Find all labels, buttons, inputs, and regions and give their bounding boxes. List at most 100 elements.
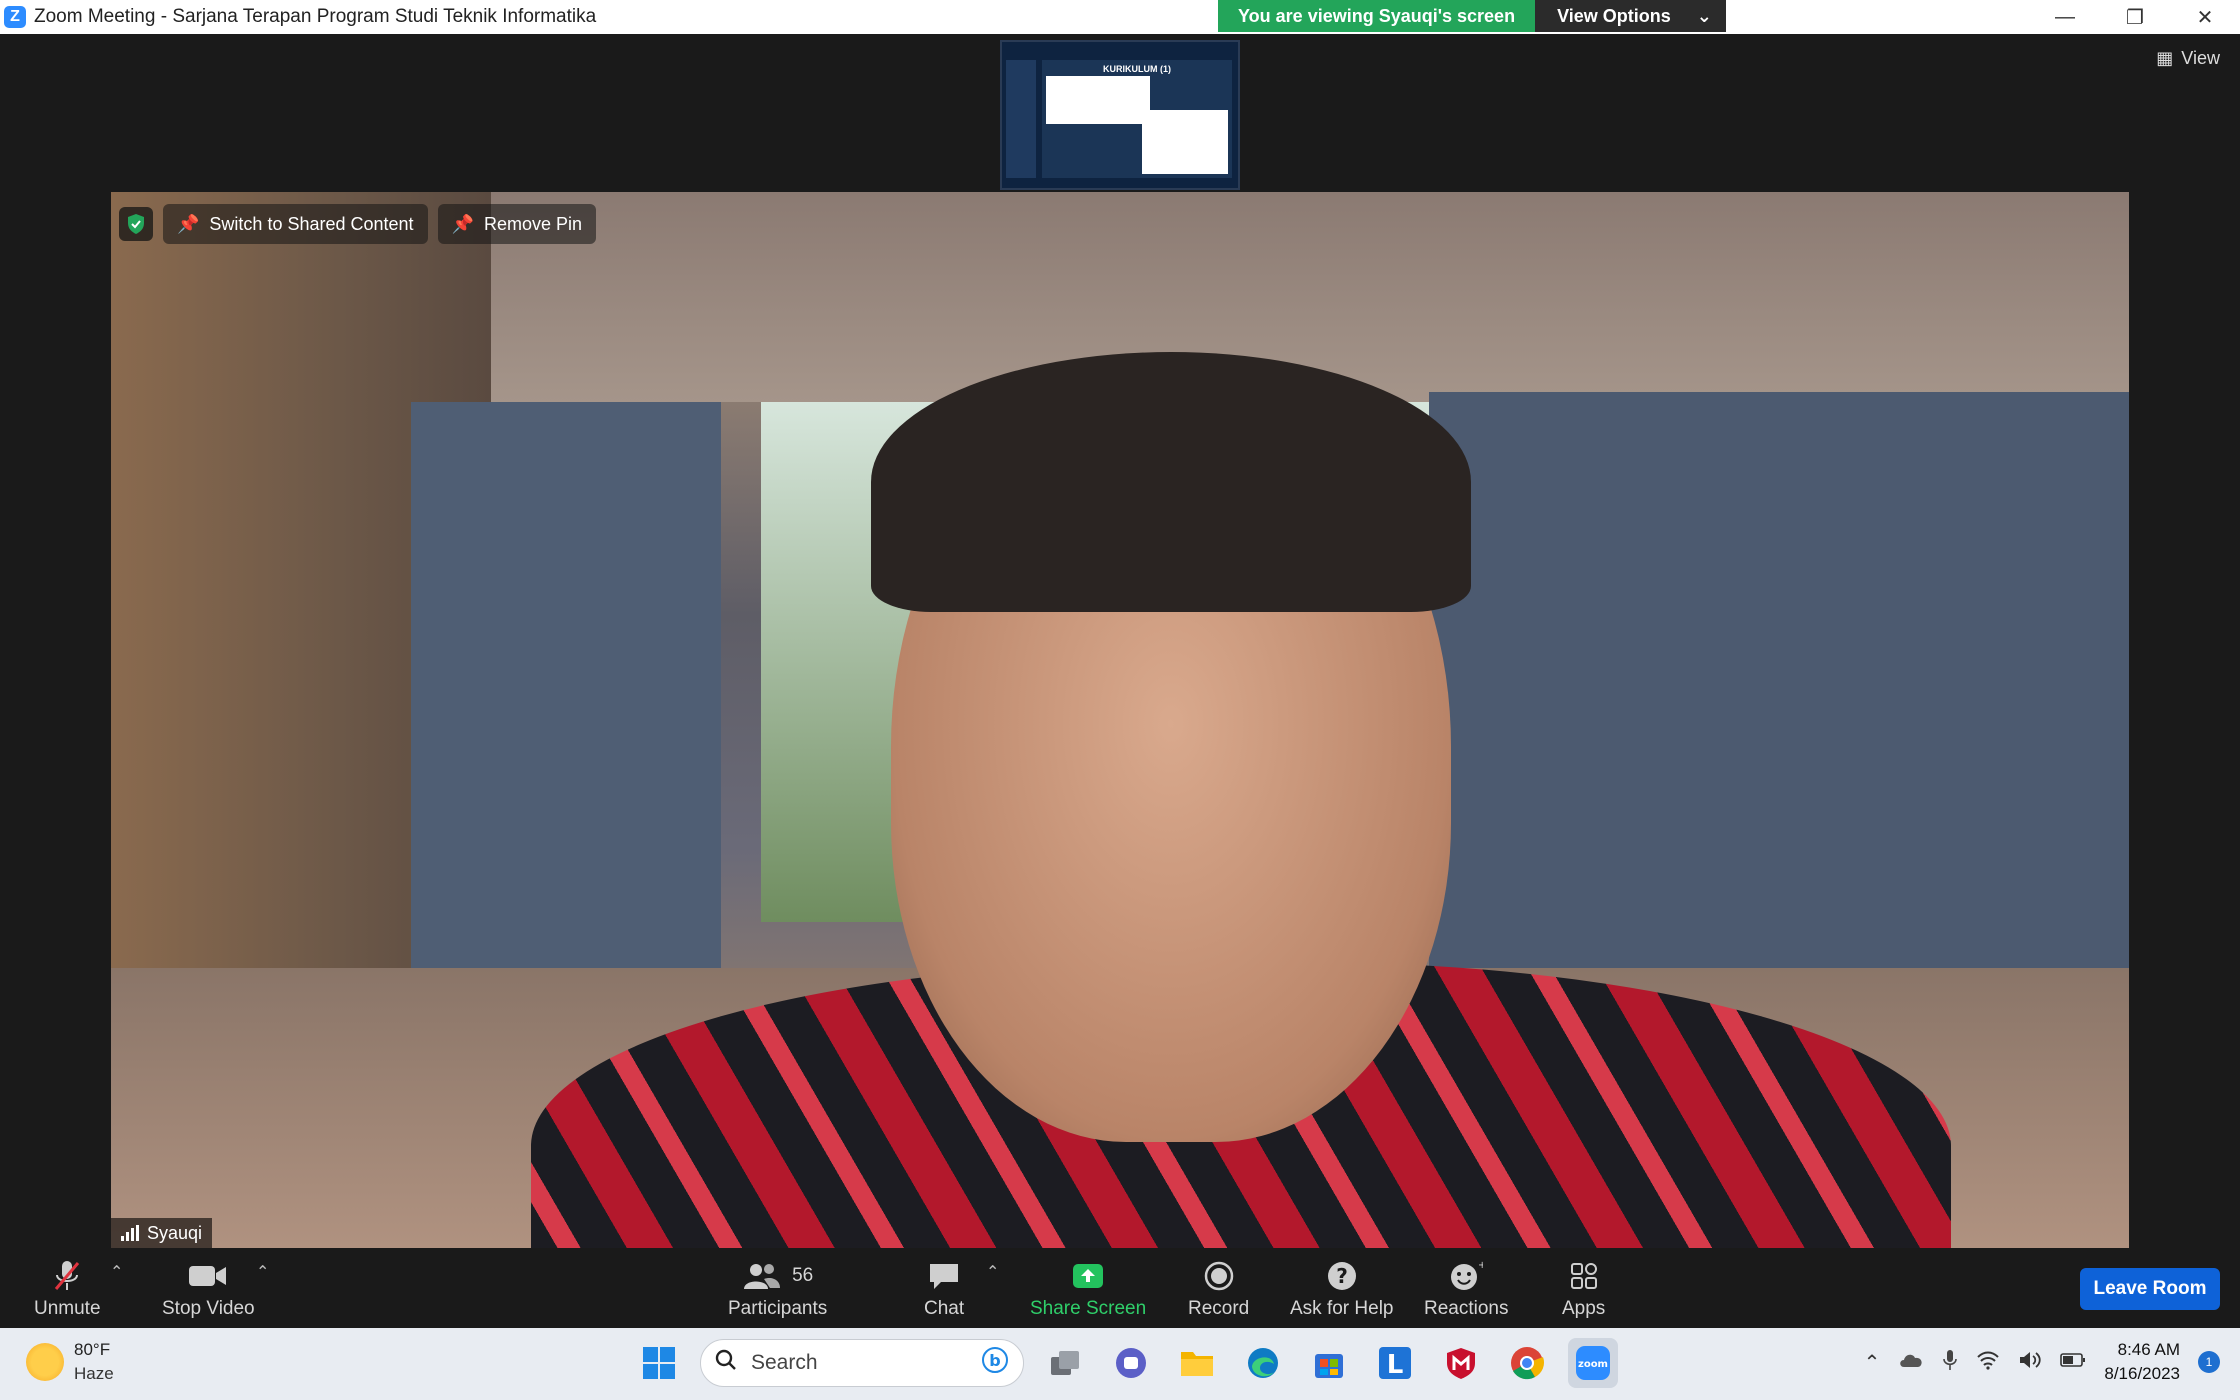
connection-signal-icon xyxy=(121,1225,139,1241)
switch-to-shared-content-button[interactable]: 📌 Switch to Shared Content xyxy=(163,204,428,244)
taskbar-apps: Search b L zoom xyxy=(634,1338,1618,1388)
apps-label: Apps xyxy=(1562,1298,1606,1319)
participants-count: 56 xyxy=(792,1265,814,1286)
thumbnail-slide: KURIKULUM (1) xyxy=(1042,60,1232,178)
shared-screen-thumbnail[interactable]: KURIKULUM (1) xyxy=(1000,40,1240,190)
chrome-browser-icon[interactable] xyxy=(1502,1338,1552,1388)
file-explorer-icon[interactable] xyxy=(1172,1338,1222,1388)
participant-name-tag: Syauqi xyxy=(111,1218,213,1248)
system-tray: ⌃ 8:46 AM 8/16/2023 1 xyxy=(1864,1338,2220,1386)
svg-text:b: b xyxy=(989,1351,1000,1370)
chevron-down-icon: ⌄ xyxy=(1696,6,1712,26)
chat-bubble-icon xyxy=(927,1258,961,1294)
minimize-button[interactable]: — xyxy=(2030,0,2100,34)
record-icon xyxy=(1203,1258,1235,1294)
share-screen-label: Share Screen xyxy=(1030,1298,1147,1319)
audio-options-caret[interactable]: ⌃ xyxy=(110,1262,123,1282)
weather-condition: Haze xyxy=(74,1364,114,1383)
video-camera-icon xyxy=(188,1258,228,1294)
video-options-caret[interactable]: ⌃ xyxy=(256,1262,269,1282)
reactions-label: Reactions xyxy=(1424,1298,1509,1319)
thumbnail-sidebar xyxy=(1006,60,1036,178)
video-overlay-controls: 📌 Switch to Shared Content 📌 Remove Pin xyxy=(119,204,597,244)
pin-icon: 📌 xyxy=(177,213,200,234)
reactions-smiley-icon: + xyxy=(1449,1258,1483,1294)
participants-label: Participants xyxy=(728,1298,828,1319)
svg-text:L: L xyxy=(1387,1350,1404,1380)
reactions-button[interactable]: + Reactions xyxy=(1424,1258,1509,1320)
apps-icon xyxy=(1569,1258,1599,1294)
participant-figure xyxy=(531,322,1951,1248)
record-button[interactable]: Record xyxy=(1188,1258,1249,1320)
weather-temperature: 80°F xyxy=(74,1340,111,1359)
taskbar-search-box[interactable]: Search b xyxy=(700,1339,1024,1387)
participants-icon xyxy=(744,1264,781,1289)
teams-chat-icon[interactable] xyxy=(1106,1338,1156,1388)
stop-video-label: Stop Video xyxy=(162,1298,255,1319)
close-button[interactable]: ✕ xyxy=(2170,0,2240,34)
remove-pin-label: Remove Pin xyxy=(483,213,583,234)
task-view-icon[interactable] xyxy=(1040,1338,1090,1388)
viewing-banner: You are viewing Syauqi's screen View Opt… xyxy=(1218,0,1726,32)
viewing-status-text: You are viewing Syauqi's screen xyxy=(1218,0,1536,32)
clock-time: 8:46 AM xyxy=(2117,1340,2180,1359)
view-label: View xyxy=(2181,48,2220,68)
bing-icon: b xyxy=(981,1346,1009,1380)
weather-widget[interactable]: 80°F Haze xyxy=(26,1338,114,1386)
grid-view-icon: ▦ xyxy=(2156,48,2174,68)
muted-microphone-icon xyxy=(52,1258,82,1294)
chat-button[interactable]: Chat xyxy=(924,1258,964,1320)
windows-taskbar: 80°F Haze Search b L zoom ⌃ 8:46 AM 8/16… xyxy=(0,1328,2240,1400)
share-screen-icon xyxy=(1071,1258,1105,1294)
volume-icon[interactable] xyxy=(2018,1350,2042,1375)
taskbar-clock[interactable]: 8:46 AM 8/16/2023 xyxy=(2104,1338,2180,1386)
view-button[interactable]: ▦ View xyxy=(2156,48,2220,69)
pinned-video[interactable] xyxy=(111,192,2129,1248)
mcafee-shield-icon[interactable] xyxy=(1436,1338,1486,1388)
view-options-label: View Options xyxy=(1557,6,1671,26)
clock-date: 8/16/2023 xyxy=(2104,1364,2180,1383)
zoom-logo-icon: Z xyxy=(4,6,26,28)
participants-button[interactable]: 56 Participants xyxy=(728,1258,827,1320)
participant-name: Syauqi xyxy=(147,1222,203,1243)
window-controls: — ❐ ✕ xyxy=(2030,0,2240,34)
ask-for-help-label: Ask for Help xyxy=(1290,1298,1394,1319)
thumbnail-table xyxy=(1046,76,1150,124)
pin-icon: 📌 xyxy=(451,213,474,234)
thumbnail-table-secondary xyxy=(1142,110,1228,174)
meeting-toolbar: Unmute ⌃ Stop Video ⌃ 56 Participants Ch… xyxy=(0,1250,2240,1328)
stop-video-button[interactable]: Stop Video xyxy=(162,1258,255,1320)
edge-browser-icon[interactable] xyxy=(1238,1338,1288,1388)
thumbnail-slide-title: KURIKULUM (1) xyxy=(1103,64,1171,74)
weather-haze-icon xyxy=(26,1343,64,1381)
search-placeholder: Search xyxy=(751,1351,818,1374)
battery-icon[interactable] xyxy=(2060,1352,2086,1373)
apps-button[interactable]: Apps xyxy=(1562,1258,1605,1320)
show-hidden-icons-chevron-icon[interactable]: ⌃ xyxy=(1864,1350,1881,1375)
search-icon xyxy=(715,1349,737,1377)
encryption-shield-icon[interactable] xyxy=(119,207,153,241)
title-bar: Z Zoom Meeting - Sarjana Terapan Program… xyxy=(0,0,2240,34)
microphone-icon[interactable] xyxy=(1942,1348,1958,1377)
chat-options-caret[interactable]: ⌃ xyxy=(986,1262,999,1282)
onedrive-cloud-icon[interactable] xyxy=(1898,1351,1924,1374)
participant-hair xyxy=(871,352,1471,612)
remove-pin-button[interactable]: 📌 Remove Pin xyxy=(437,204,597,244)
svg-text:?: ? xyxy=(1336,1264,1348,1288)
microsoft-store-icon[interactable] xyxy=(1304,1338,1354,1388)
help-question-icon: ? xyxy=(1326,1258,1358,1294)
notification-badge[interactable]: 1 xyxy=(2198,1351,2220,1373)
unmute-label: Unmute xyxy=(34,1298,101,1319)
wifi-icon[interactable] xyxy=(1976,1350,2000,1375)
record-label: Record xyxy=(1188,1298,1250,1319)
share-screen-button[interactable]: Share Screen xyxy=(1030,1258,1146,1320)
unmute-button[interactable]: Unmute xyxy=(34,1258,101,1320)
leave-room-button[interactable]: Leave Room xyxy=(2080,1268,2220,1310)
l-app-icon[interactable]: L xyxy=(1370,1338,1420,1388)
zoom-app-icon[interactable]: zoom xyxy=(1568,1338,1618,1388)
ask-for-help-button[interactable]: ? Ask for Help xyxy=(1290,1258,1393,1320)
restore-button[interactable]: ❐ xyxy=(2100,0,2170,34)
windows-start-icon[interactable] xyxy=(634,1338,684,1388)
view-options-button[interactable]: View Options ⌄ xyxy=(1535,0,1726,32)
chat-label: Chat xyxy=(924,1298,965,1319)
